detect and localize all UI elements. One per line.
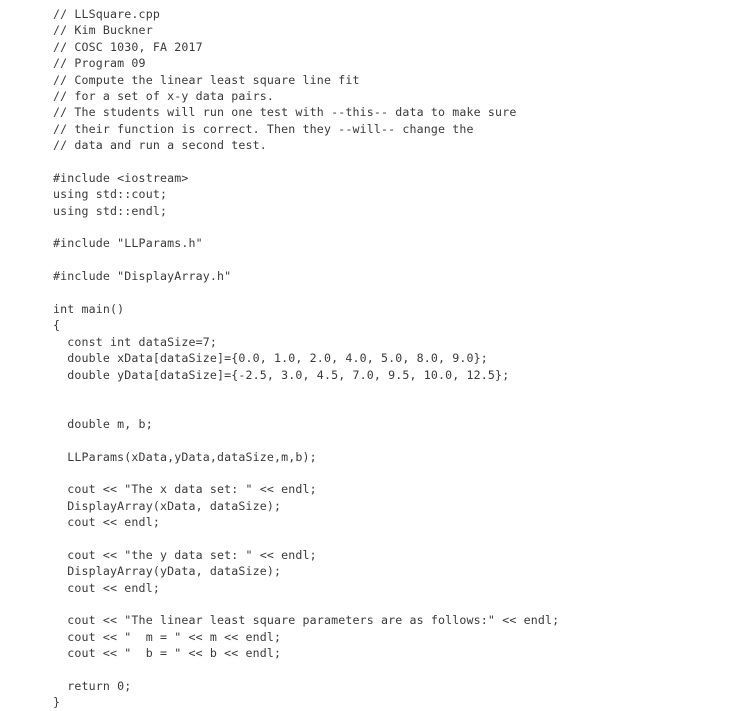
code-line: #include "DisplayArray.h" (53, 269, 232, 284)
code-line: // COSC 1030, FA 2017 (53, 39, 203, 54)
code-line: // Compute the linear least square line … (53, 72, 360, 87)
code-line: double yData[dataSize]={-2.5, 3.0, 4.5, … (53, 367, 510, 382)
code-line: cout << "the y data set: " << endl; (53, 547, 317, 562)
code-line: cout << endl; (53, 580, 160, 595)
source-code-listing: // LLSquare.cpp // Kim Buckner// COSC 103… (53, 6, 731, 711)
code-line: DisplayArray(xData, dataSize); (53, 498, 282, 513)
code-line: using std::endl; (53, 203, 168, 218)
code-line: // Kim Buckner (53, 23, 153, 38)
code-line: LLParams(xData,yData,dataSize,m,b); (53, 449, 317, 464)
code-line: // Program 09 (53, 56, 146, 71)
code-line: double xData[dataSize]={0.0, 1.0, 2.0, 4… (53, 351, 488, 366)
code-line: cout << "The linear least square paramet… (53, 613, 560, 628)
code-line: using std::cout; (53, 187, 168, 202)
code-line: DisplayArray(yData, dataSize); (53, 564, 282, 579)
code-line: // for a set of x-y data pairs. (53, 88, 275, 103)
code-line: } (53, 695, 61, 710)
code-line: // The students will run one test with -… (53, 105, 517, 120)
code-line: #include "LLParams.h" (53, 236, 203, 251)
code-line: // data and run a second test. (53, 138, 267, 153)
code-line: return 0; (53, 679, 132, 694)
code-line: // their function is correct. Then they … (53, 121, 474, 136)
code-line: cout << endl; (53, 515, 160, 530)
code-line: #include <iostream> (53, 170, 189, 185)
code-line: int main() (53, 302, 125, 317)
code-line: cout << " m = " << m << endl; (53, 629, 282, 644)
code-line: { (53, 318, 61, 333)
code-line: // LLSquare.cpp (53, 7, 160, 21)
code-line: cout << " b = " << b << endl; (53, 646, 282, 661)
code-line: const int dataSize=7; (53, 334, 217, 349)
code-line: cout << "The x data set: " << endl; (53, 482, 317, 497)
code-line: double m, b; (53, 416, 153, 431)
